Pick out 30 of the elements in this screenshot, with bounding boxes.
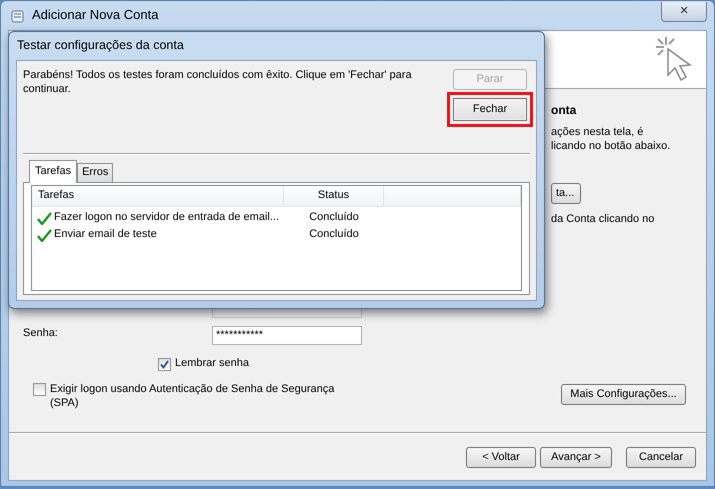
dialog-button[interactable]: Fechar: [447, 92, 533, 127]
column-header[interactable]: Status: [284, 186, 384, 206]
app-icon: [10, 8, 26, 24]
spa-checkbox[interactable]: [33, 383, 46, 396]
remember-checkbox[interactable]: [158, 358, 171, 370]
status-cell-text: Concluído: [308, 228, 360, 242]
status-message: Parabéns! Todos os testes foram concluídos com êxito. Clique em 'Fechar' para continuar.: [23, 69, 413, 97]
instruction-text: ações nesta tela, é: [551, 126, 644, 140]
tab[interactable]: Tarefas: [29, 160, 78, 183]
column-header[interactable]: Tarefas: [32, 186, 284, 206]
instruction-text: licando no botão abaixo.: [551, 140, 672, 154]
instruction-text: da Conta clicando no: [551, 212, 656, 226]
cursor-sparkle-icon: [654, 35, 692, 83]
password-field[interactable]: ***********: [212, 326, 362, 345]
section-heading: onta: [551, 103, 578, 118]
status-cell-text: Concluído: [308, 211, 360, 226]
dialog-title: Testar configurações da conta: [16, 37, 185, 54]
spa-label: Exigir logon usando Autenticação de Senha de Segurança (SPA): [50, 383, 336, 410]
nav-button[interactable]: Avançar >: [540, 447, 612, 468]
window-title: Adicionar Nova Conta: [32, 7, 158, 24]
nav-button[interactable]: < Voltar: [466, 447, 536, 468]
nav-button[interactable]: Cancelar: [626, 447, 696, 468]
tab[interactable]: Erros: [77, 163, 114, 182]
account-settings-button[interactable]: ta...: [551, 182, 582, 204]
task-cell: Fazer logon no servidor de entrada de email...: [54, 211, 280, 226]
remember-label: Lembrar senha: [175, 357, 249, 371]
password-label: Senha:: [23, 326, 59, 341]
close-button[interactable]: ✕: [661, 2, 707, 22]
more-settings-button[interactable]: Mais Configurações...: [561, 384, 686, 406]
task-cell: Enviar email de teste: [54, 228, 157, 242]
